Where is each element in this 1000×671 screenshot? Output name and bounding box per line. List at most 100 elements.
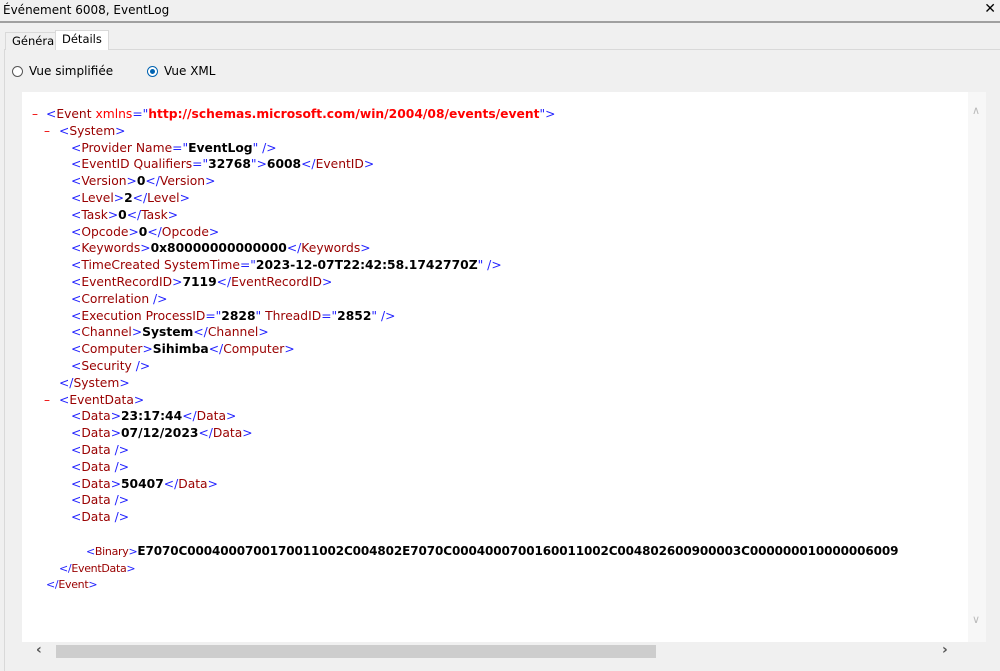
xml-attribute-value: 2828: [221, 308, 256, 323]
radio-xml-view[interactable]: Vue XML: [147, 64, 215, 78]
collapse-toggle-icon[interactable]: –: [44, 123, 50, 140]
xml-tag-name: EventData: [71, 561, 127, 575]
xml-tag-name: Task: [141, 207, 168, 222]
xml-punctuation: <: [71, 510, 82, 525]
xml-attribute-value: EventLog: [188, 140, 253, 155]
xml-punctuation: >: [126, 561, 136, 575]
xml-tag-name: Data: [81, 476, 111, 491]
xml-punctuation: >: [110, 476, 121, 491]
xml-line: <Data>07/12/2023</Data>: [71, 425, 253, 442]
xml-punctuation: />: [135, 359, 151, 373]
xml-tag-name: Keywords: [301, 241, 361, 256]
xml-punctuation: <: [71, 157, 82, 172]
xml-punctuation: >: [363, 157, 375, 172]
xml-punctuation: ">: [250, 157, 267, 172]
xml-text-value: 0: [118, 207, 127, 222]
xml-punctuation: <: [71, 291, 82, 306]
xml-punctuation: >: [126, 174, 137, 189]
xml-attribute-name: ProcessID: [145, 308, 206, 323]
xml-punctuation: <: [59, 123, 70, 138]
xml-punctuation: <: [71, 459, 82, 474]
xml-punctuation: />: [114, 443, 130, 457]
scroll-right-icon[interactable]: ›: [942, 642, 948, 658]
xml-punctuation: >: [88, 578, 98, 592]
radio-button-selected[interactable]: [147, 65, 158, 77]
radio-button[interactable]: [12, 65, 23, 77]
xml-punctuation: </: [286, 241, 302, 256]
xml-punctuation: >: [142, 342, 153, 357]
xml-line: <System>: [59, 123, 125, 140]
xml-line: <Version>0</Version>: [71, 173, 215, 190]
xml-punctuation: " />: [252, 140, 277, 155]
radio-label: Vue XML: [164, 64, 216, 78]
xml-line: <Correlation />: [71, 291, 167, 308]
xml-line: </Event>: [46, 576, 98, 593]
xml-punctuation: </: [145, 174, 160, 189]
collapse-toggle-icon[interactable]: –: [32, 106, 38, 123]
xml-tag-name: Version: [159, 174, 206, 189]
radio-label: Vue simplifiée: [29, 64, 114, 78]
xml-text-value: 6008: [266, 157, 302, 172]
xml-punctuation: =": [321, 308, 338, 323]
collapse-toggle-icon[interactable]: –: [44, 392, 50, 409]
vertical-scrollbar[interactable]: ∧ ∨: [968, 92, 986, 642]
xml-line: <Data />: [71, 492, 129, 509]
close-icon[interactable]: ✕: [984, 1, 996, 17]
xml-punctuation: >: [208, 224, 220, 239]
xml-line: <Channel>System</Channel>: [71, 324, 269, 341]
xml-tag-name: System: [73, 375, 120, 390]
xml-punctuation: <: [46, 107, 57, 121]
xml-punctuation: <: [71, 224, 82, 239]
xml-line: <Data>23:17:44</Data>: [71, 408, 236, 425]
xml-punctuation: </: [132, 191, 148, 205]
xml-punctuation: >: [179, 191, 190, 205]
xml-punctuation: <: [71, 275, 82, 289]
xml-namespace-value: http://schemas.microsoft.com/win/2004/08…: [148, 107, 540, 121]
xml-tag-name: Binary: [94, 544, 129, 558]
window-title: Événement 6008, EventLog: [3, 3, 170, 17]
horizontal-scrollbar[interactable]: ‹ ›: [22, 642, 986, 660]
xml-line: <Event xmlns="http://schemas.microsoft.c…: [46, 106, 555, 123]
xml-punctuation: " />: [371, 308, 396, 323]
radio-simplified-view[interactable]: Vue simplifiée: [12, 64, 113, 78]
xml-tag-name: Provider: [81, 140, 136, 155]
xml-punctuation: >: [172, 275, 183, 289]
xml-namespace-attribute: xmlns: [95, 107, 133, 121]
xml-tag-name: Level: [81, 191, 114, 205]
xml-punctuation: </: [163, 476, 179, 491]
xml-line: </EventData>: [59, 560, 136, 577]
xml-punctuation: </: [59, 561, 72, 575]
xml-tag-name: EventRecordID: [231, 275, 322, 289]
xml-attribute-value: 2852: [337, 308, 372, 323]
xml-punctuation: =": [192, 157, 209, 172]
xml-tag-name: Event: [56, 107, 96, 121]
horizontal-scroll-thumb[interactable]: [56, 645, 656, 658]
xml-punctuation: <: [71, 308, 82, 323]
xml-punctuation: =": [205, 308, 222, 323]
xml-punctuation: />: [114, 459, 130, 474]
xml-punctuation: <: [59, 392, 70, 407]
xml-line: <Computer>Sihimba</Computer>: [71, 341, 295, 358]
xml-attribute-name: Name: [135, 140, 173, 155]
xml-punctuation: <: [71, 426, 82, 441]
xml-punctuation: </: [208, 342, 224, 357]
scroll-left-icon[interactable]: ‹: [36, 642, 42, 658]
xml-tag-name: Data: [212, 426, 243, 441]
xml-punctuation: <: [71, 325, 82, 340]
xml-punctuation: </: [301, 157, 316, 172]
xml-punctuation: >: [242, 426, 253, 441]
xml-view[interactable]: – <Event xmlns="http://schemas.microsoft.…: [22, 92, 968, 642]
xml-tag-name: Opcode: [161, 224, 209, 239]
xml-punctuation: >: [284, 342, 295, 357]
scroll-up-icon[interactable]: ∧: [972, 104, 980, 117]
xml-tag-name: Data: [81, 426, 111, 441]
xml-punctuation: </: [147, 224, 162, 239]
xml-tag-name: Version: [81, 174, 127, 189]
xml-attribute-name: Qualifiers: [133, 157, 193, 172]
xml-punctuation: <: [71, 207, 82, 222]
tab-details[interactable]: Détails: [55, 30, 109, 50]
xml-text-value: E7070C0004000700170011002C004802E7070C00…: [137, 543, 899, 558]
xml-tag-name: Execution: [81, 308, 146, 323]
xml-line: <Task>0</Task>: [71, 207, 178, 224]
scroll-down-icon[interactable]: ∨: [972, 613, 980, 626]
